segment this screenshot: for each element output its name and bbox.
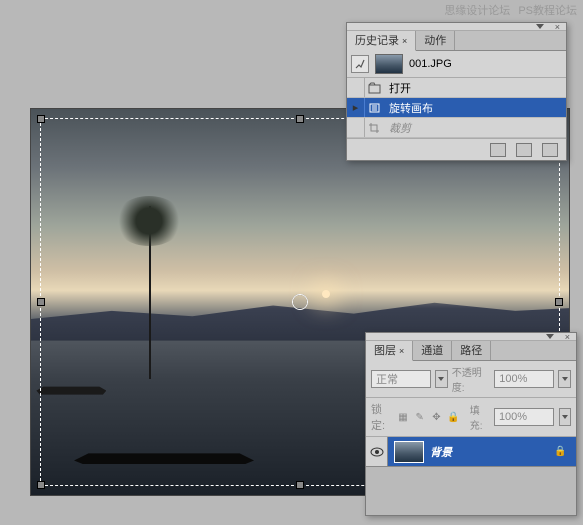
lock-pixels-icon[interactable]: ✎ [414,410,426,424]
trash-icon[interactable] [542,143,558,157]
lock-all-icon[interactable]: 🔒 [447,410,459,424]
panel-titlebar[interactable]: × [366,333,576,341]
watermark: 思缘设计论坛 PS教程论坛 [444,2,577,18]
opacity-arrow[interactable] [558,370,571,388]
history-source-thumb [375,54,403,74]
close-icon[interactable]: × [555,22,560,32]
open-icon [365,82,385,94]
layer-thumb [394,441,424,463]
layer-options-row: 正常 不透明度: 100% [366,361,576,398]
history-item-rotate[interactable]: ▸ 旋转画布 [347,98,566,118]
opacity-label: 不透明度: [452,364,490,394]
tab-layers[interactable]: 图层× [366,341,413,361]
history-item-open[interactable]: 打开 [347,78,566,98]
history-state-marker[interactable]: ▸ [347,98,365,117]
layer-locked-icon: 🔒 [554,446,570,457]
lock-transparency-icon[interactable]: ▦ [397,410,409,424]
lock-label: 锁定: [371,401,392,433]
new-snapshot-icon[interactable] [516,143,532,157]
history-footer [347,138,566,160]
panel-menu-icon[interactable] [546,334,554,339]
new-doc-from-state-icon[interactable] [490,143,506,157]
blend-mode-arrow[interactable] [435,370,448,388]
layers-empty-area[interactable] [366,467,576,515]
panel-menu-icon[interactable] [536,24,544,29]
tab-actions[interactable]: 动作 [416,31,455,50]
close-icon[interactable]: × [565,332,570,342]
history-brush-icon[interactable] [351,55,369,73]
history-item-crop[interactable]: 裁剪 [347,118,566,138]
history-panel: × 历史记录× 动作 001.JPG 打开 ▸ 旋转画布 裁剪 [346,22,567,161]
fill-arrow[interactable] [559,408,571,426]
crop-icon [365,122,385,134]
history-tabs: 历史记录× 动作 [347,31,566,51]
visibility-icon[interactable] [366,437,388,466]
lock-row: 锁定: ▦ ✎ ✥ 🔒 填充: 100% [366,398,576,437]
rotate-icon [365,102,385,114]
tab-history[interactable]: 历史记录× [347,31,416,51]
opacity-input[interactable]: 100% [494,370,554,388]
layers-tabs: 图层× 通道 路径 [366,341,576,361]
lock-position-icon[interactable]: ✥ [431,410,443,424]
blend-mode-select[interactable]: 正常 [371,370,431,388]
history-source-row[interactable]: 001.JPG [347,51,566,78]
panel-titlebar[interactable]: × [347,23,566,31]
fill-label: 填充: [470,402,489,432]
tab-paths[interactable]: 路径 [452,341,491,360]
history-state-marker[interactable] [347,78,365,97]
layer-background[interactable]: 背景 🔒 [366,437,576,467]
history-source-name: 001.JPG [409,58,452,70]
history-state-marker[interactable] [347,118,365,137]
layers-panel: × 图层× 通道 路径 正常 不透明度: 100% 锁定: ▦ ✎ ✥ 🔒 填充… [365,332,577,516]
tab-channels[interactable]: 通道 [413,341,452,360]
layer-name[interactable]: 背景 [430,444,554,460]
fill-input[interactable]: 100% [494,408,554,426]
